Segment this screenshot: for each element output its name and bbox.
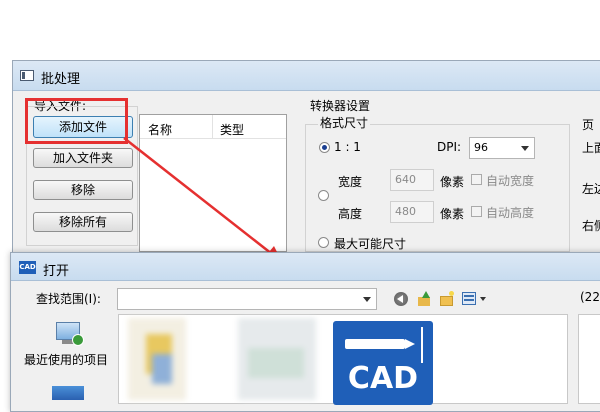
view-menu-icon[interactable] <box>462 292 488 306</box>
cad-app-icon: CAD <box>19 261 36 274</box>
desktop-icon[interactable] <box>52 386 84 400</box>
new-folder-icon[interactable] <box>439 291 455 307</box>
open-dialog-title: 打开 <box>43 264 70 279</box>
cad-icon-text: CAD <box>347 361 419 396</box>
right-panel <box>578 314 600 404</box>
up-folder-icon[interactable] <box>416 291 432 307</box>
cad-file-icon[interactable]: CAD <box>333 321 433 405</box>
chevron-down-icon <box>363 297 371 302</box>
recent-items-icon[interactable] <box>52 322 86 350</box>
look-in-select[interactable] <box>117 288 377 310</box>
back-icon[interactable] <box>394 292 408 306</box>
blurred-file-thumbnail[interactable] <box>128 318 186 400</box>
recent-items-label[interactable]: 最近使用的项目 <box>24 351 108 368</box>
open-dialog-titlebar[interactable]: CAD 打开 <box>11 253 600 281</box>
file-size-partial-label: (226 <box>580 290 600 304</box>
blurred-file-thumbnail[interactable] <box>238 318 316 400</box>
pencil-icon <box>345 339 405 349</box>
look-in-label: 查找范围(I): <box>36 292 101 306</box>
